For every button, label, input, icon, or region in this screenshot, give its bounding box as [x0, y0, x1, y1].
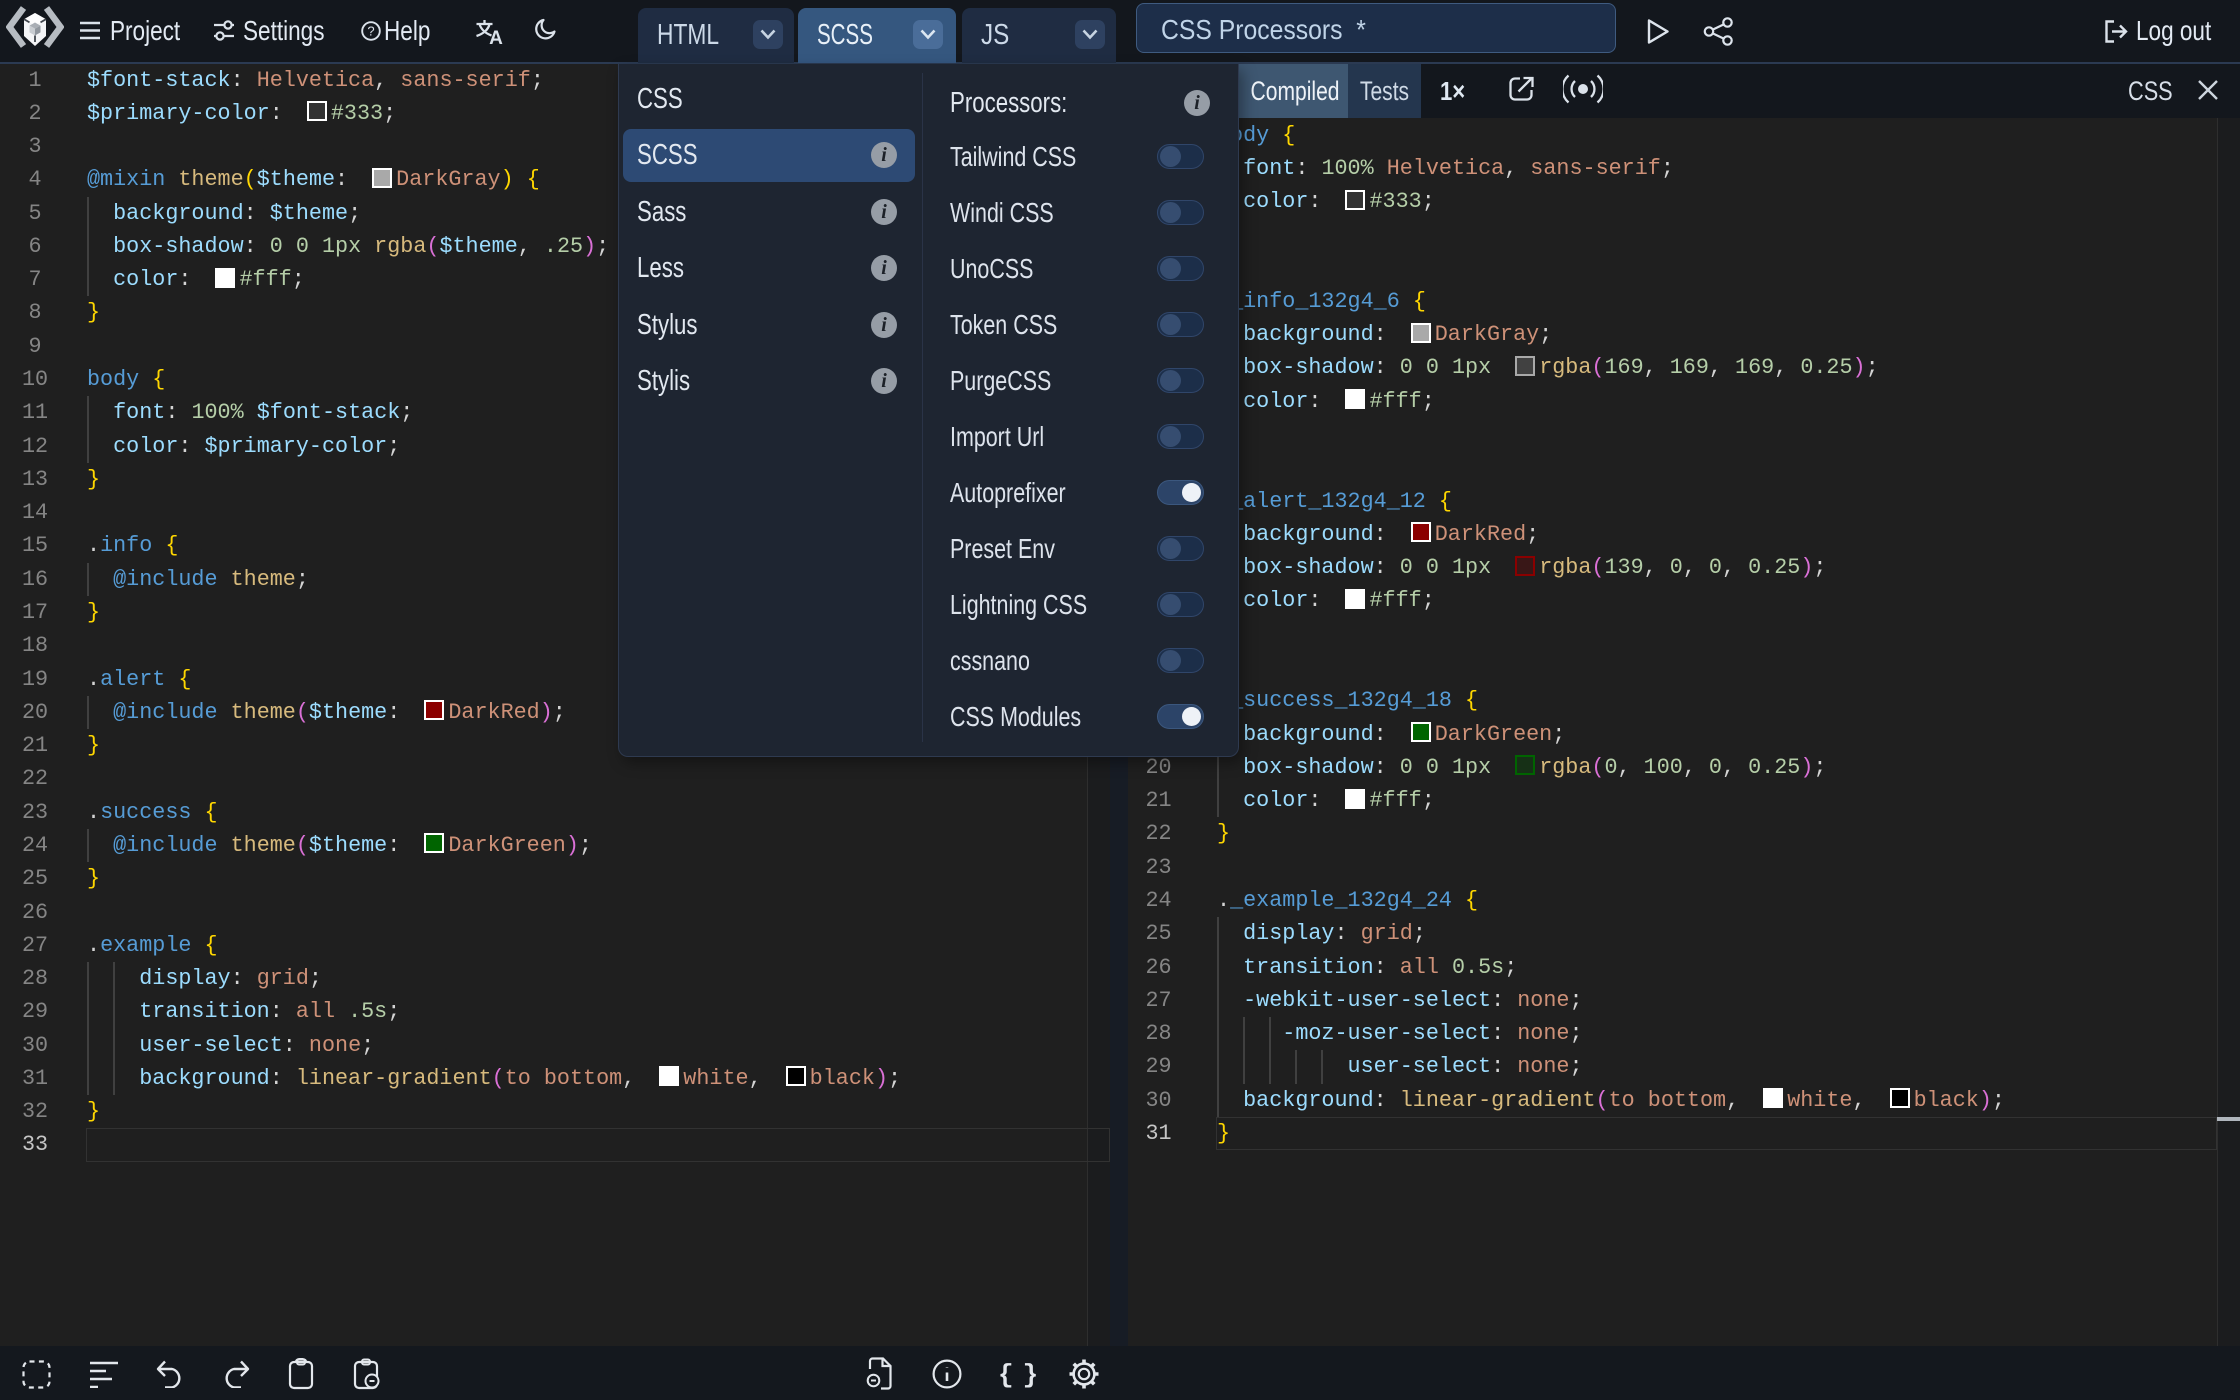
svg-text:A: A [489, 28, 503, 45]
svg-text:?: ? [367, 24, 374, 39]
